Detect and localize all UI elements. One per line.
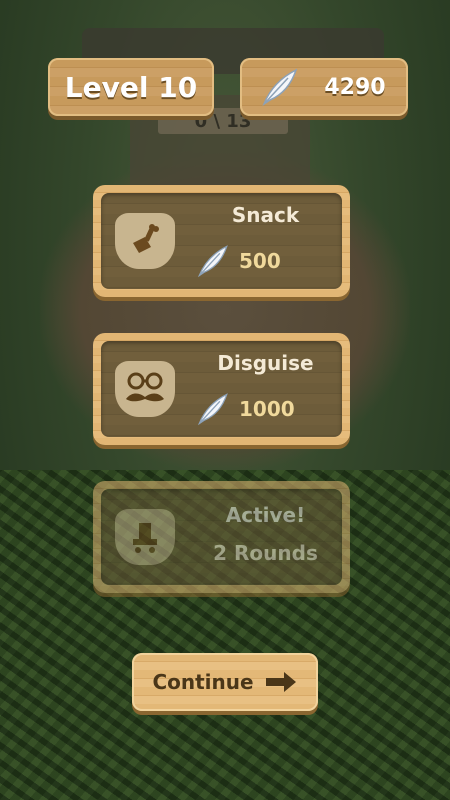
skate-icon (115, 509, 175, 565)
active-rounds: 2 Rounds (213, 541, 318, 565)
shop-item-title: Disguise (217, 351, 314, 375)
cost-row: 1000 (193, 391, 295, 427)
arrow-right-icon (265, 672, 296, 692)
continue-button[interactable]: Continue (132, 653, 318, 711)
cost-row: 500 (193, 243, 281, 279)
feather-icon (197, 245, 228, 278)
feather-count: 4290 (324, 74, 386, 100)
shop-item-snack[interactable]: Snack 500 (93, 185, 350, 297)
cost-value: 500 (239, 249, 281, 273)
level-indicator: Level 10 (48, 58, 214, 116)
glasses-mustache-icon (115, 361, 175, 417)
level-label: Level 10 (64, 70, 198, 104)
meat-drumstick-icon (115, 213, 175, 269)
cost-value: 1000 (239, 397, 295, 421)
feather-counter: 4290 (240, 58, 408, 116)
shop-item-active: Active! 2 Rounds (93, 481, 350, 593)
shop-item-title: Snack (231, 203, 300, 227)
shop-item-disguise[interactable]: Disguise 1000 (93, 333, 350, 445)
active-status-title: Active! (225, 503, 306, 527)
feather-icon (262, 68, 298, 106)
feather-icon (197, 393, 228, 426)
continue-label: Continue (152, 670, 254, 694)
